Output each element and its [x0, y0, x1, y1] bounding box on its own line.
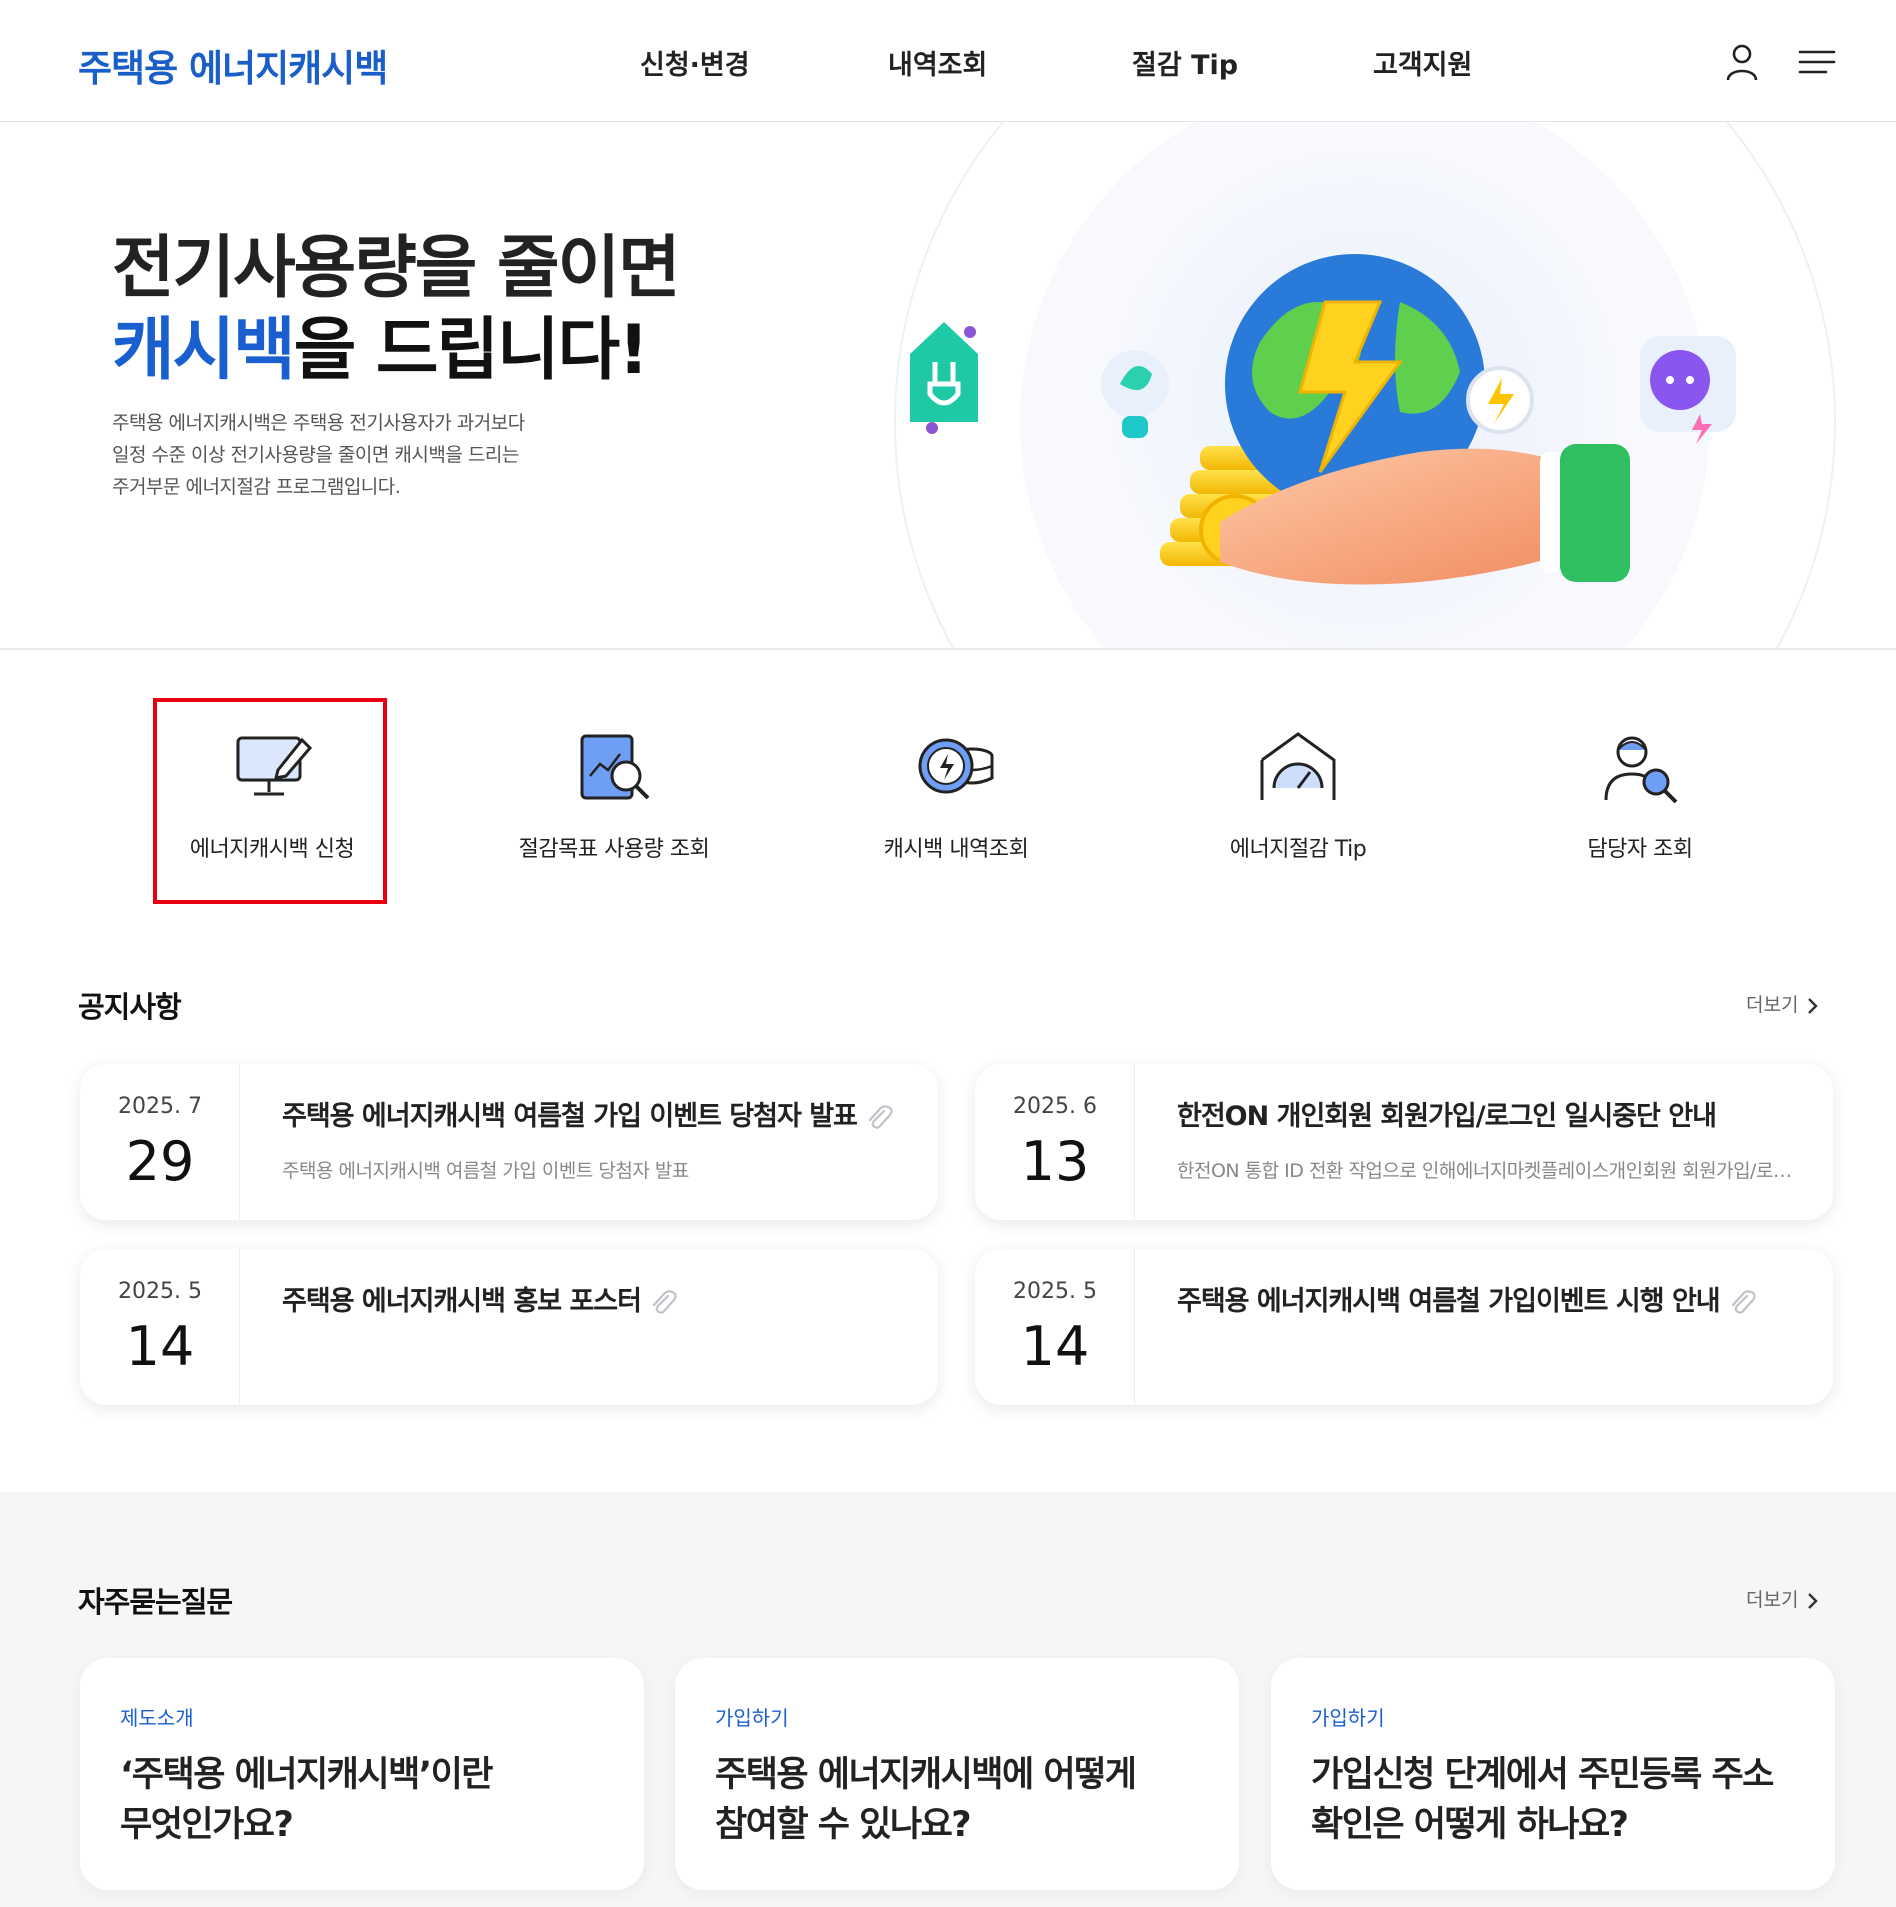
quick-manager-search[interactable]: 담당자 조회	[1520, 700, 1760, 900]
hero-title-accent: 캐시백	[112, 311, 296, 390]
faq-question: 주택용 에너지캐시백에 어떻게 참여할 수 있나요?	[715, 1750, 1215, 1850]
notice-summary: 주택용 에너지캐시백 여름철 가입 이벤트 당첨자 발표	[282, 1160, 689, 1182]
nav-history[interactable]: 내역조회	[888, 43, 987, 82]
notice-title: 한전ON 개인회원 회원가입/로그인 일시중단 안내	[1177, 1094, 1717, 1133]
faq-question-line: 참여할 수 있나요?	[715, 1805, 972, 1845]
notice-date: 2025. 5 14	[975, 1249, 1135, 1405]
quick-saving-tip[interactable]: 에너지절감 Tip	[1178, 700, 1418, 900]
nav-support[interactable]: 고객지원	[1373, 43, 1472, 82]
notice-day: 29	[125, 1130, 195, 1193]
hero-title-rest: 을 드립니다!	[293, 311, 649, 390]
faq-question-line: 확인은 어떻게 하나요?	[1311, 1805, 1629, 1845]
hero-description: 주택용 에너지캐시백은 주택용 전기사용자가 과거보다 일정 수준 이상 전기사…	[112, 407, 632, 503]
hero-illustration	[894, 122, 1836, 648]
notice-summary: 한전ON 통합 ID 전환 작업으로 인해에너지마켓플레이스개인회원 회원가입/…	[1177, 1160, 1797, 1182]
hero-desc-line: 주거부문 에너지절감 프로그램입니다.	[112, 476, 401, 498]
notice-day: 14	[1020, 1315, 1090, 1378]
attachment-icon	[1731, 1289, 1756, 1314]
more-label: 더보기	[1746, 994, 1799, 1016]
faq-category: 제도소개	[120, 1706, 194, 1730]
chevron-right-icon	[1808, 1592, 1819, 1609]
notice-more-link[interactable]: 더보기	[1746, 990, 1820, 1017]
report-search-icon	[580, 734, 650, 800]
quick-menu: 에너지캐시백 신청 절감목표 사용량 조회 캐시백 내역조회 에너지절감 Tip…	[0, 700, 1896, 900]
quick-label: 담당자 조회	[1587, 837, 1693, 862]
notice-title-text: 주택용 에너지캐시백 여름철 가입이벤트 시행 안내	[1177, 1286, 1721, 1317]
faq-question-line: ‘주택용 에너지캐시백’이란	[120, 1755, 493, 1795]
notice-card[interactable]: 2025. 7 29 주택용 에너지캐시백 여름철 가입 이벤트 당첨자 발표 …	[80, 1064, 938, 1220]
coin-lightning-icon	[918, 738, 994, 794]
notice-title: 주택용 에너지캐시백 여름철 가입 이벤트 당첨자 발표	[282, 1094, 895, 1134]
faq-category: 가입하기	[1311, 1706, 1385, 1730]
notice-card[interactable]: 2025. 6 13 한전ON 개인회원 회원가입/로그인 일시중단 안내 한전…	[975, 1064, 1833, 1220]
house-gauge-icon	[1260, 732, 1336, 800]
quick-label: 캐시백 내역조회	[883, 837, 1029, 862]
quick-label: 에너지절감 Tip	[1229, 837, 1367, 862]
notice-title: 주택용 에너지캐시백 홍보 포스터	[282, 1279, 679, 1319]
faq-more-link[interactable]: 더보기	[1746, 1585, 1820, 1612]
attachment-icon	[868, 1104, 893, 1129]
notice-date: 2025. 6 13	[975, 1064, 1135, 1220]
hero-desc-line: 일정 수준 이상 전기사용량을 줄이면 캐시백을 드리는	[112, 444, 519, 466]
nav-apply-change[interactable]: 신청·변경	[640, 43, 750, 82]
faq-question: 가입신청 단계에서 주민등록 주소 확인은 어떻게 하나요?	[1311, 1750, 1811, 1850]
faq-section-title: 자주묻는질문	[78, 1585, 233, 1619]
notice-year-month: 2025. 5	[1013, 1279, 1097, 1304]
notice-card[interactable]: 2025. 5 14 주택용 에너지캐시백 홍보 포스터	[80, 1249, 938, 1405]
faq-category: 가입하기	[715, 1706, 789, 1730]
nav-saving-tip[interactable]: 절감 Tip	[1132, 43, 1238, 82]
quick-apply-cashback[interactable]: 에너지캐시백 신청	[152, 700, 392, 900]
site-header: 주택용 에너지캐시백 신청·변경 내역조회 절감 Tip 고객지원	[0, 0, 1896, 122]
notice-year-month: 2025. 6	[1013, 1094, 1097, 1119]
faq-card[interactable]: 제도소개 ‘주택용 에너지캐시백’이란 무엇인가요?	[80, 1658, 644, 1890]
quick-cashback-history[interactable]: 캐시백 내역조회	[836, 700, 1076, 900]
attachment-icon	[652, 1289, 677, 1314]
notice-title: 주택용 에너지캐시백 여름철 가입이벤트 시행 안내	[1177, 1279, 1758, 1319]
notice-card[interactable]: 2025. 5 14 주택용 에너지캐시백 여름철 가입이벤트 시행 안내	[975, 1249, 1833, 1405]
notice-date: 2025. 7 29	[80, 1064, 240, 1220]
notice-day: 13	[1020, 1130, 1090, 1193]
faq-question-line: 무엇인가요?	[120, 1805, 294, 1845]
chevron-right-icon	[1808, 997, 1819, 1014]
notice-year-month: 2025. 5	[118, 1279, 202, 1304]
faq-question: ‘주택용 에너지캐시백’이란 무엇인가요?	[120, 1750, 620, 1850]
notice-title-text: 한전ON 개인회원 회원가입/로그인 일시중단 안내	[1177, 1101, 1717, 1132]
more-label: 더보기	[1746, 1589, 1799, 1611]
faq-question-line: 가입신청 단계에서 주민등록 주소	[1311, 1755, 1774, 1795]
notice-title-text: 주택용 에너지캐시백 여름철 가입 이벤트 당첨자 발표	[282, 1101, 858, 1132]
smart-plug-icon	[1640, 336, 1736, 444]
person-search-icon	[1604, 736, 1678, 804]
faq-card[interactable]: 가입하기 주택용 에너지캐시백에 어떻게 참여할 수 있나요?	[675, 1658, 1239, 1890]
quick-target-usage[interactable]: 절감목표 사용량 조회	[494, 700, 734, 900]
notice-day: 14	[125, 1315, 195, 1378]
monitor-pen-icon	[236, 736, 312, 796]
notice-section-title: 공지사항	[78, 990, 182, 1024]
quick-label: 절감목표 사용량 조회	[518, 837, 710, 862]
notice-date: 2025. 5 14	[80, 1249, 240, 1405]
hero-title-line2: 캐시백을 드립니다!	[112, 294, 649, 393]
user-icon[interactable]	[1720, 40, 1764, 84]
faq-question-line: 주택용 에너지캐시백에 어떻게	[715, 1755, 1137, 1795]
site-logo[interactable]: 주택용 에너지캐시백	[78, 38, 388, 92]
hamburger-menu-icon[interactable]	[1796, 40, 1840, 84]
hero-desc-line: 주택용 에너지캐시백은 주택용 전기사용자가 과거보다	[112, 412, 525, 434]
notice-title-text: 주택용 에너지캐시백 홍보 포스터	[282, 1286, 642, 1317]
house-plug-icon	[910, 322, 978, 434]
notice-year-month: 2025. 7	[118, 1094, 202, 1119]
faq-card[interactable]: 가입하기 가입신청 단계에서 주민등록 주소 확인은 어떻게 하나요?	[1271, 1658, 1835, 1890]
quick-label: 에너지캐시백 신청	[189, 837, 355, 862]
hero-banner: 전기사용량을 줄이면 캐시백을 드립니다! 주택용 에너지캐시백은 주택용 전기…	[0, 122, 1896, 650]
